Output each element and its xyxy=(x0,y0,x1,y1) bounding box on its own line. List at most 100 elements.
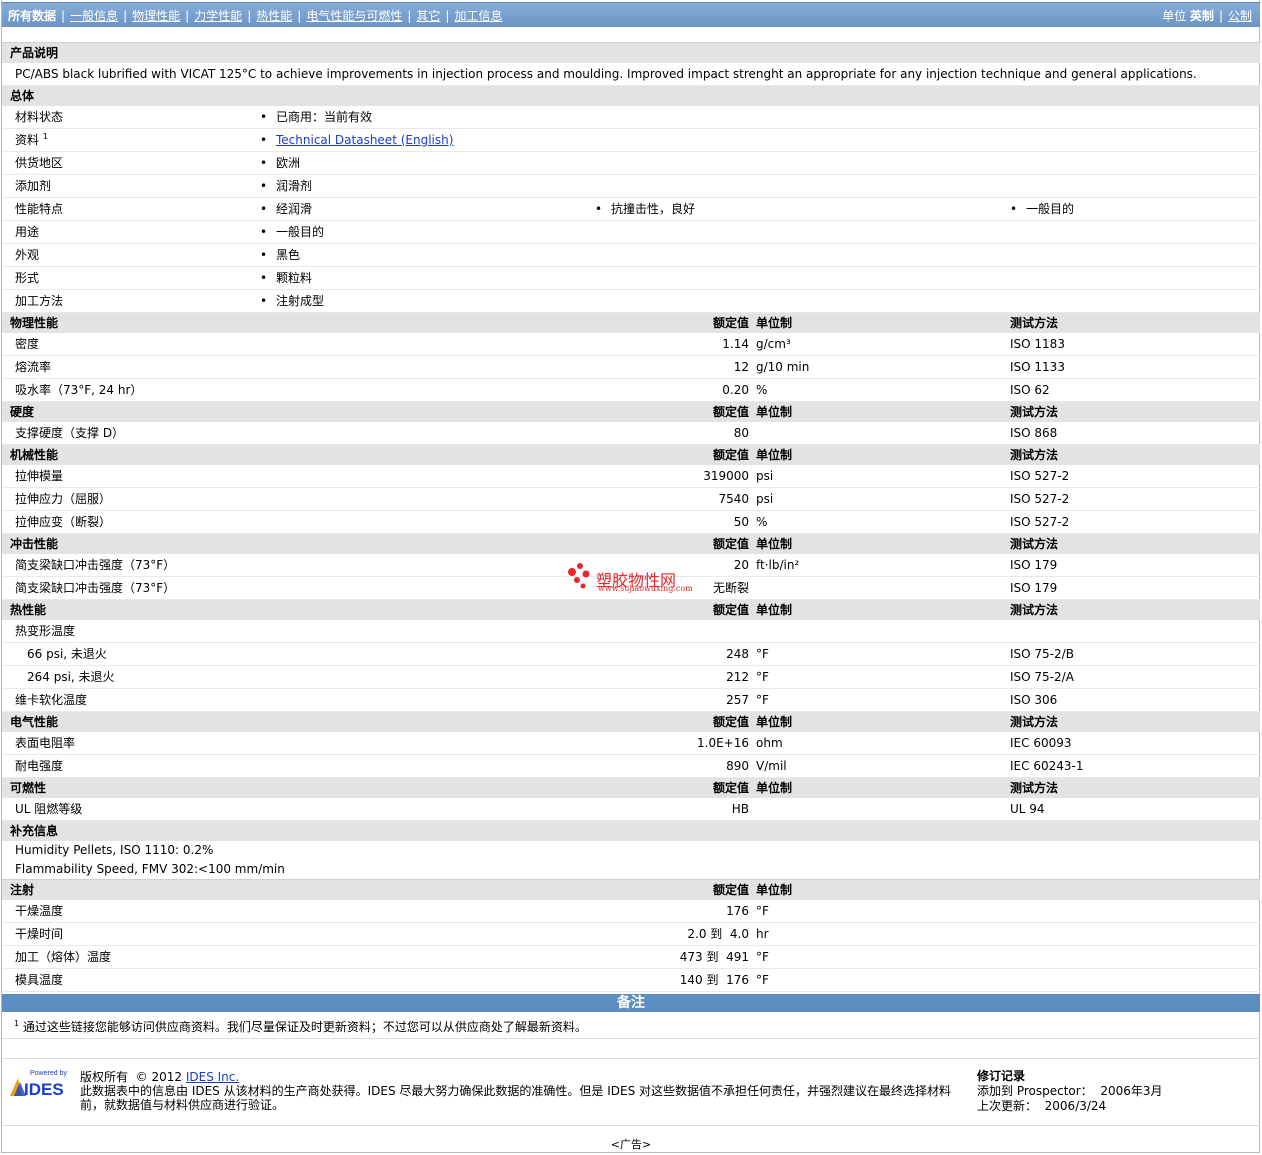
section-header: 机械性能 额定值 单位制 测试方法 xyxy=(2,443,1260,465)
section-product: 产品说明 xyxy=(2,41,1260,63)
value-cell: 黑色 xyxy=(260,243,595,267)
property-method: IEC 60243-1 xyxy=(1010,754,1260,778)
unit-english-link[interactable]: 英制 xyxy=(1190,9,1214,23)
section-header: 可燃性 额定值 单位制 测试方法 xyxy=(2,776,1260,798)
datasheet-table: 产品说明 PC/ABS black lubrified with VICAT 12… xyxy=(2,40,1260,992)
property-label: 表面电阻率 xyxy=(2,731,595,755)
col-method-header: 测试方法 xyxy=(1010,532,1260,554)
property-label: 拉伸应变（断裂） xyxy=(2,510,595,534)
bullet-item: Technical Datasheet (English) xyxy=(260,133,453,147)
row-label: 性能特点 xyxy=(2,197,260,221)
footnote-ref: 1 xyxy=(42,132,48,141)
property-label: 耐电强度 xyxy=(2,754,595,778)
cell xyxy=(1010,945,1260,969)
injection-row: 干燥时间 2.0 到 4.0 hr xyxy=(2,922,1260,946)
property-value: 0.20 xyxy=(595,378,755,402)
row-label: 加工方法 xyxy=(2,289,260,313)
property-unit: °F xyxy=(755,968,1010,992)
cell xyxy=(1010,899,1260,923)
supplement-row: Flammability Speed, FMV 302:<100 mm/min xyxy=(2,860,1260,880)
property-value xyxy=(595,619,755,643)
section-title: 硬度 xyxy=(2,400,595,422)
product-description: PC/ABS black lubrified with VICAT 125°C … xyxy=(2,62,1260,86)
property-value: 473 到 491 xyxy=(595,945,755,969)
divider xyxy=(2,1058,1260,1059)
label-text: 性能特点 xyxy=(15,202,64,216)
nav-tab-4[interactable]: 热性能 xyxy=(256,9,292,23)
unit-metric-link[interactable]: 公制 xyxy=(1228,9,1252,23)
nav-tab-3[interactable]: 力学性能 xyxy=(194,9,242,23)
property-label: 支撑硬度（支撑 D） xyxy=(2,421,595,445)
bullet-item: 欧洲 xyxy=(260,156,300,170)
property-row: 66 psi, 未退火 248 °F ISO 75-2/B xyxy=(2,642,1260,666)
property-unit: °F xyxy=(755,688,1010,712)
property-method: ISO 75-2/B xyxy=(1010,642,1260,666)
property-value: 50 xyxy=(595,510,755,534)
value-cell xyxy=(595,266,1010,290)
col-nominal-header: 额定值 xyxy=(595,532,755,554)
property-value: 12 xyxy=(595,355,755,379)
nav-tab-5[interactable]: 电气性能与可燃性 xyxy=(306,9,402,23)
bullet-text: 一般目的 xyxy=(1026,202,1075,216)
property-row: 维卡软化温度 257 °F ISO 306 xyxy=(2,688,1260,712)
general-row: 用途 一般目的 xyxy=(2,220,1260,244)
label-text: 添加剂 xyxy=(15,179,52,193)
property-unit: psi xyxy=(755,464,1010,488)
property-value: 140 到 176 xyxy=(595,968,755,992)
col-nominal-header: 额定值 xyxy=(595,878,755,900)
label-text: 资料 xyxy=(15,133,40,147)
company-link[interactable]: IDES Inc. xyxy=(186,1070,239,1084)
property-method: IEC 60093 xyxy=(1010,731,1260,755)
bullet-item: 颗粒料 xyxy=(260,271,312,285)
property-label: 加工（熔体）温度 xyxy=(2,945,595,969)
nav-tab-1[interactable]: 一般信息 xyxy=(70,9,118,23)
label-text: 用途 xyxy=(15,225,40,239)
property-label: 吸水率（73°F, 24 hr） xyxy=(2,378,595,402)
divider xyxy=(2,1038,1260,1039)
bullet-text: 黑色 xyxy=(276,248,301,262)
row-label: 形式 xyxy=(2,266,260,290)
property-method: ISO 868 xyxy=(1010,421,1260,445)
top-nav-bar: 所有数据 | 一般信息 | 物理性能 | 力学性能 | 热性能 | 电气性能与可燃性 | 其它 | 加工信息… xyxy=(2,2,1260,27)
nav-tab-2[interactable]: 物理性能 xyxy=(132,9,180,23)
logo-powered-by: Powered by xyxy=(30,1070,67,1077)
section-general: 总体 xyxy=(2,84,1260,106)
datasheet-link[interactable]: Technical Datasheet (English) xyxy=(276,133,453,147)
property-label: 密度 xyxy=(2,332,595,356)
label-text: 供货地区 xyxy=(15,156,64,170)
property-unit: g/10 min xyxy=(755,355,1010,379)
section-title: 总体 xyxy=(2,84,1260,106)
row-label: 材料状态 xyxy=(2,105,260,129)
units-label: 单位 xyxy=(1162,9,1187,23)
section-title: 电气性能 xyxy=(2,710,595,732)
bullet-item: 已商用：当前有效 xyxy=(260,110,372,124)
nav-tab-0[interactable]: 所有数据 xyxy=(8,9,56,23)
row-label: 用途 xyxy=(2,220,260,244)
nav-tab-7[interactable]: 加工信息 xyxy=(454,9,502,23)
col-method-header: 测试方法 xyxy=(1010,443,1260,465)
copyright-block: 版权所有 © 2012 IDES Inc. 此数据表中的信息由 IDES 从该材… xyxy=(80,1070,960,1112)
nav-tab-6[interactable]: 其它 xyxy=(416,9,440,23)
property-value: HB xyxy=(595,797,755,821)
section-title: 热性能 xyxy=(2,598,595,620)
property-unit: °F xyxy=(755,665,1010,689)
property-row: 拉伸应力（屈服） 7540 psi ISO 527-2 xyxy=(2,487,1260,511)
logo-text: IDES xyxy=(24,1080,64,1098)
col-nominal-header: 额定值 xyxy=(595,311,755,333)
supplement-row: Humidity Pellets, ISO 1110: 0.2% xyxy=(2,841,1260,860)
bullet-item: 经润滑 xyxy=(260,202,312,216)
section-title: 产品说明 xyxy=(2,41,1260,63)
label-text: 加工方法 xyxy=(15,294,64,308)
section-injection: 注射 额定值 单位制 xyxy=(2,878,1260,900)
property-value: 1.0E+16 xyxy=(595,731,755,755)
property-method: ISO 306 xyxy=(1010,688,1260,712)
divider xyxy=(2,1125,1260,1126)
property-label: 干燥时间 xyxy=(2,922,595,946)
section-header: 冲击性能 额定值 单位制 测试方法 xyxy=(2,532,1260,554)
value-cell xyxy=(1010,105,1260,129)
property-row: UL 阻燃等级 HB UL 94 xyxy=(2,797,1260,821)
copyright-label: 版权所有 xyxy=(80,1070,129,1084)
value-cell xyxy=(1010,151,1260,175)
section-title: 冲击性能 xyxy=(2,532,595,554)
watermark-en: www.sujiaowuxing.com xyxy=(598,584,693,593)
